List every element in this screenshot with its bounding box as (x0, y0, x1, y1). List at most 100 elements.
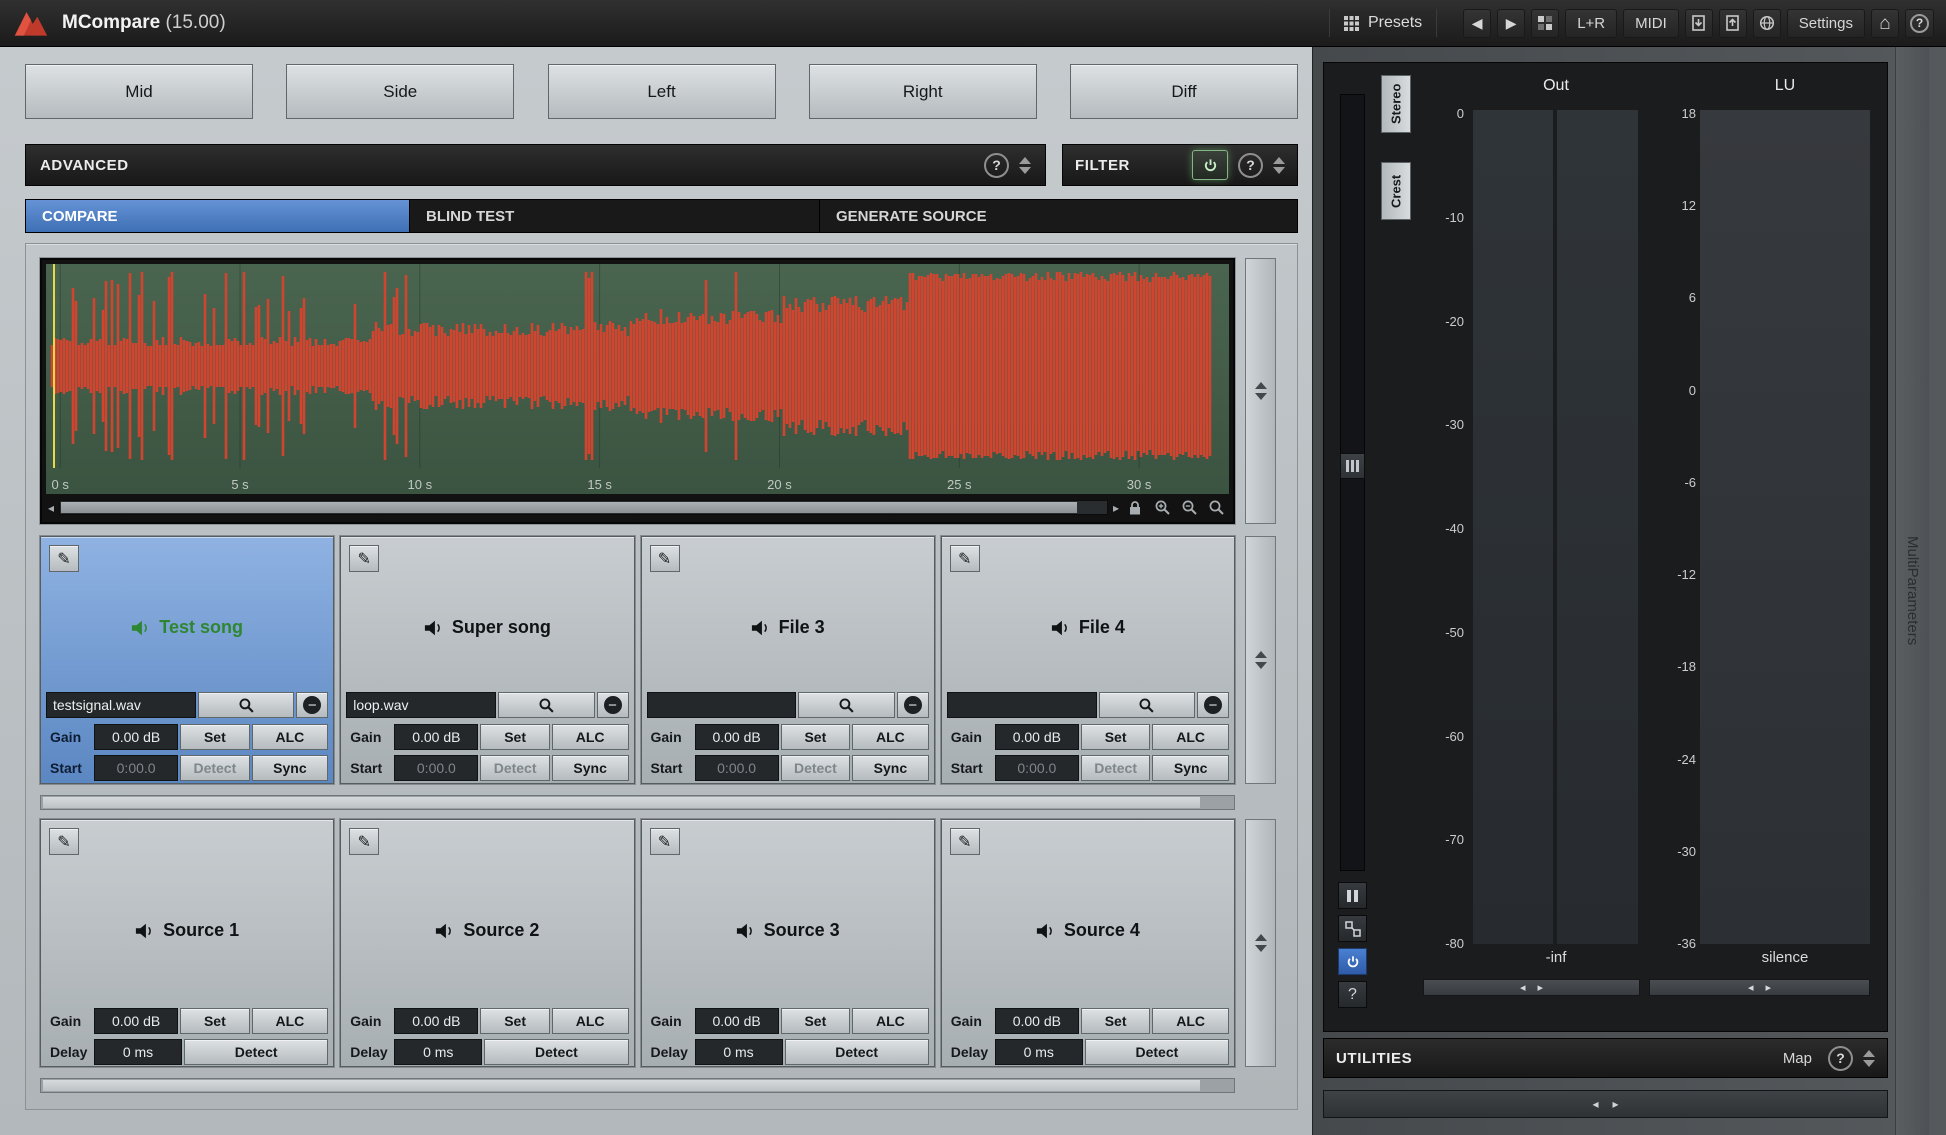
sync-button[interactable]: Sync (552, 755, 629, 781)
source-slot-3[interactable]: ✎ Source 3 Gain 0.00 dB Set ALC Delay 0 … (641, 819, 935, 1067)
file-slots-horizontal-scrollbar[interactable] (40, 795, 1235, 810)
browse-button[interactable] (198, 692, 295, 718)
presets-button[interactable]: Presets (1329, 9, 1437, 37)
unload-button[interactable]: − (597, 692, 629, 718)
tab-compare[interactable]: COMPARE (26, 200, 410, 232)
scroll-left-icon[interactable]: ◂ (48, 501, 54, 515)
filter-collapse-button[interactable] (1273, 157, 1285, 174)
rename-button[interactable]: ✎ (950, 545, 980, 572)
zoom-fit-button[interactable] (1205, 498, 1227, 518)
gain-value[interactable]: 0.00 dB (695, 724, 779, 750)
set-button[interactable]: Set (180, 1008, 249, 1034)
filename-field[interactable]: testsignal.wav (46, 692, 196, 718)
alc-button[interactable]: ALC (1152, 724, 1229, 750)
zoom-lock-button[interactable] (1124, 498, 1146, 518)
file-slot-4[interactable]: ✎ File 4 − Gain 0.00 dB Set ALC Start 0:… (941, 536, 1235, 784)
advanced-collapse-button[interactable] (1019, 157, 1031, 174)
set-button[interactable]: Set (1081, 1008, 1150, 1034)
sync-button[interactable]: Sync (1152, 755, 1229, 781)
tab-stereo[interactable]: Stereo (1381, 75, 1411, 133)
browse-button[interactable] (1099, 692, 1196, 718)
sync-button[interactable]: Sync (852, 755, 929, 781)
scrollbar-thumb[interactable] (43, 1080, 1200, 1091)
utilities-help-button[interactable]: ? (1828, 1046, 1853, 1071)
rename-button[interactable]: ✎ (349, 545, 379, 572)
source-slot-1[interactable]: ✎ Source 1 Gain 0.00 dB Set ALC Delay 0 … (40, 819, 334, 1067)
unload-button[interactable]: − (897, 692, 929, 718)
alc-button[interactable]: ALC (552, 724, 629, 750)
channel-button-side[interactable]: Side (286, 64, 514, 119)
detect-button[interactable]: Detect (1085, 1039, 1229, 1065)
import-settings-button[interactable] (1685, 9, 1713, 38)
filename-field[interactable] (947, 692, 1097, 718)
detect-button[interactable]: Detect (785, 1039, 929, 1065)
rename-button[interactable]: ✎ (950, 828, 980, 855)
set-button[interactable]: Set (480, 1008, 549, 1034)
source-slot-title[interactable]: Source 2 (341, 920, 633, 941)
rename-button[interactable]: ✎ (49, 545, 79, 572)
gain-value[interactable]: 0.00 dB (995, 724, 1079, 750)
export-settings-button[interactable] (1719, 9, 1747, 38)
previous-preset-button[interactable]: ◀ (1463, 9, 1491, 38)
tab-generate-source[interactable]: GENERATE SOURCE (820, 200, 1297, 232)
gain-value[interactable]: 0.00 dB (94, 724, 178, 750)
waveform-scrollbar[interactable] (59, 500, 1108, 515)
alc-button[interactable]: ALC (252, 724, 329, 750)
set-button[interactable]: Set (1081, 724, 1150, 750)
delay-value[interactable]: 0 ms (94, 1039, 182, 1065)
file-slot-3[interactable]: ✎ File 3 − Gain 0.00 dB Set ALC Start 0:… (641, 536, 935, 784)
file-slots-vertical-scrollbar[interactable] (1245, 536, 1276, 784)
help-button[interactable]: ? (1905, 9, 1934, 38)
rename-button[interactable]: ✎ (650, 545, 680, 572)
source-slot-title[interactable]: Source 3 (642, 920, 934, 941)
tab-blind-test[interactable]: BLIND TEST (410, 200, 820, 232)
file-slot-title[interactable]: File 3 (642, 617, 934, 638)
map-button[interactable]: Map (1777, 1050, 1818, 1067)
utilities-scrollbar[interactable]: ◂▸ (1323, 1090, 1888, 1118)
meter-help-button[interactable]: ? (1338, 981, 1367, 1008)
rename-button[interactable]: ✎ (349, 828, 379, 855)
alc-button[interactable]: ALC (852, 1008, 929, 1034)
unload-button[interactable]: − (1197, 692, 1229, 718)
browse-button[interactable] (498, 692, 595, 718)
gain-value[interactable]: 0.00 dB (394, 1008, 478, 1034)
filter-power-button[interactable] (1192, 150, 1228, 180)
alc-button[interactable]: ALC (252, 1008, 329, 1034)
next-preset-button[interactable]: ▶ (1497, 9, 1525, 38)
filter-help-button[interactable]: ? (1238, 153, 1263, 178)
settings-button[interactable]: Settings (1787, 9, 1865, 38)
waveform-display[interactable]: 0 s 5 s 10 s 15 s 20 s 25 s 30 s (46, 264, 1229, 494)
browse-button[interactable] (798, 692, 895, 718)
zoom-in-button[interactable] (1151, 498, 1173, 518)
filename-field[interactable] (647, 692, 797, 718)
rename-button[interactable]: ✎ (49, 828, 79, 855)
file-slot-title[interactable]: Super song (341, 617, 633, 638)
source-slots-horizontal-scrollbar[interactable] (40, 1078, 1235, 1093)
set-button[interactable]: Set (180, 724, 249, 750)
detect-button[interactable]: Detect (484, 1039, 628, 1065)
delay-value[interactable]: 0 ms (394, 1039, 482, 1065)
file-slot-title[interactable]: Test song (41, 617, 333, 638)
delay-value[interactable]: 0 ms (995, 1039, 1083, 1065)
alc-button[interactable]: ALC (852, 724, 929, 750)
lu-meter-range-slider[interactable]: ◂▸ (1649, 979, 1870, 996)
set-button[interactable]: Set (781, 1008, 850, 1034)
out-meter-right-channel[interactable] (1557, 110, 1638, 944)
meter-pause-button[interactable] (1338, 882, 1367, 909)
source-slot-title[interactable]: Source 1 (41, 920, 333, 941)
out-meter-range-slider[interactable]: ◂▸ (1423, 979, 1640, 996)
online-button[interactable] (1753, 9, 1781, 38)
random-preset-button[interactable] (1531, 9, 1559, 38)
meter-power-button[interactable] (1338, 948, 1367, 975)
waveform-vertical-scrollbar[interactable] (1245, 258, 1276, 524)
tab-crest[interactable]: Crest (1381, 162, 1411, 220)
gain-value[interactable]: 0.00 dB (695, 1008, 779, 1034)
source-slots-vertical-scrollbar[interactable] (1245, 819, 1276, 1067)
slider-handle[interactable] (1340, 453, 1365, 479)
set-button[interactable]: Set (781, 724, 850, 750)
filename-field[interactable]: loop.wav (346, 692, 496, 718)
gain-value[interactable]: 0.00 dB (995, 1008, 1079, 1034)
scrollbar-thumb[interactable] (61, 502, 1077, 513)
source-slot-4[interactable]: ✎ Source 4 Gain 0.00 dB Set ALC Delay 0 … (941, 819, 1235, 1067)
gain-value[interactable]: 0.00 dB (94, 1008, 178, 1034)
